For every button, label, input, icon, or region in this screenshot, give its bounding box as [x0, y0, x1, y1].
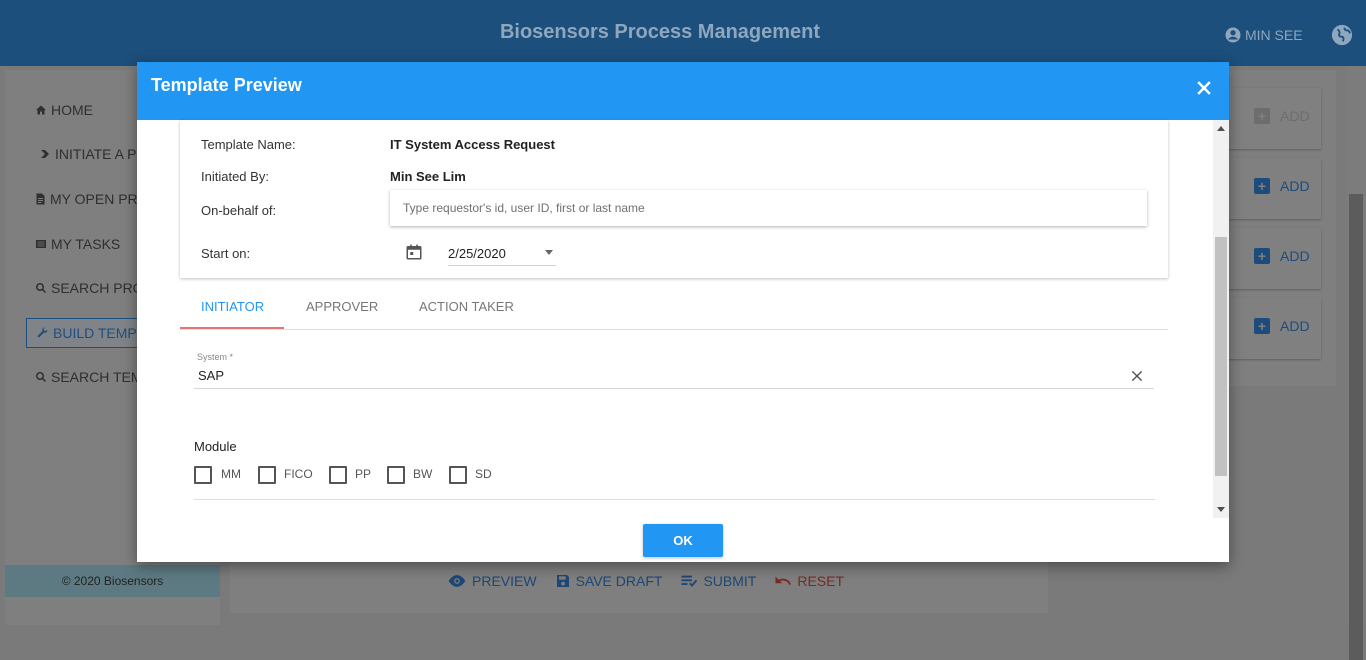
tab-action-taker[interactable]: ACTION TAKER: [419, 299, 514, 314]
start-on-label: Start on:: [201, 246, 251, 261]
sidebar-item-initiate[interactable]: INITIATE A PR: [39, 146, 147, 162]
add-label: ADD: [1280, 248, 1310, 264]
account-icon: [1225, 27, 1241, 43]
add-label: ADD: [1280, 108, 1310, 124]
add-button[interactable]: + ADD: [1254, 178, 1310, 194]
dialog-scrollbar[interactable]: [1213, 120, 1229, 518]
close-icon[interactable]: [1194, 78, 1214, 98]
template-info-card: Template Name: IT System Access Request …: [180, 120, 1168, 278]
app-title: Biosensors Process Management: [499, 21, 821, 43]
module-checkbox-mm[interactable]: [194, 466, 212, 484]
scroll-up-icon[interactable]: [1217, 126, 1225, 131]
calendar-icon[interactable]: [405, 243, 423, 261]
submit-button[interactable]: SUBMIT: [680, 573, 756, 589]
document-icon: [36, 193, 45, 205]
preview-label: PREVIEW: [472, 573, 537, 589]
user-menu[interactable]: MIN SEE: [1224, 26, 1303, 44]
add-button-disabled[interactable]: + ADD: [1254, 108, 1310, 124]
save-icon: [556, 575, 569, 587]
chevron-right-icon: [41, 150, 49, 158]
clear-icon[interactable]: [1130, 369, 1144, 383]
on-behalf-label: On-behalf of:: [201, 203, 277, 218]
module-label-pp: PP: [355, 467, 372, 481]
plus-icon: +: [1254, 318, 1270, 334]
add-card: + ADD: [1228, 228, 1321, 289]
copyright-footer: © 2020 Biosensors: [5, 565, 220, 597]
tab-initiator[interactable]: INITIATOR: [201, 299, 264, 314]
reset-button[interactable]: RESET: [774, 573, 844, 589]
wrench-icon: [37, 327, 48, 338]
form-action-bar: PREVIEW SAVE DRAFT SUBMIT RESET: [447, 573, 844, 589]
search-icon: [36, 283, 47, 294]
user-name: MIN SEE: [1245, 27, 1303, 43]
start-date-value: 2/25/2020: [448, 246, 506, 261]
scroll-down-icon[interactable]: [1217, 507, 1225, 512]
eye-icon: [448, 575, 466, 587]
sidebar-item-label: HOME: [51, 102, 93, 118]
active-tab-indicator: [180, 327, 284, 329]
home-icon: [36, 105, 46, 115]
module-label-fico: FICO: [284, 467, 313, 481]
module-label-sd: SD: [475, 467, 492, 481]
start-date-picker[interactable]: 2/25/2020: [448, 237, 556, 266]
globe-icon[interactable]: [1331, 24, 1353, 46]
sidebar-item-label: MY TASKS: [51, 236, 121, 252]
plus-icon: +: [1254, 108, 1270, 124]
add-label: ADD: [1280, 318, 1310, 334]
dialog-title: Template Preview: [151, 75, 302, 95]
initiated-by-label: Initiated By:: [201, 169, 269, 184]
module-label: Module: [194, 439, 237, 454]
section-divider: [194, 499, 1155, 500]
add-card: + ADD: [1228, 298, 1321, 359]
initiated-by-value: Min See Lim: [390, 169, 466, 184]
module-checkbox-pp[interactable]: [329, 466, 347, 484]
tab-approver[interactable]: APPROVER: [306, 299, 378, 314]
add-label: ADD: [1280, 178, 1310, 194]
list-icon: [36, 240, 46, 248]
sidebar-item-label: INITIATE A PR: [55, 146, 147, 162]
module-checkbox-fico[interactable]: [258, 466, 276, 484]
add-card: + ADD: [1228, 88, 1321, 149]
plus-icon: +: [1254, 178, 1270, 194]
on-behalf-input[interactable]: [390, 190, 1147, 226]
save-draft-button[interactable]: SAVE DRAFT: [555, 573, 663, 589]
dialog-header: Template Preview: [137, 62, 1229, 120]
chevron-down-icon: [545, 250, 553, 255]
template-preview-dialog: Template Preview Template Name: IT Syste…: [137, 62, 1229, 562]
save-draft-label: SAVE DRAFT: [575, 573, 663, 589]
sidebar-item-my-tasks[interactable]: MY TASKS: [35, 236, 120, 252]
add-button[interactable]: + ADD: [1254, 248, 1310, 264]
undo-icon: [775, 576, 792, 585]
submit-label: SUBMIT: [703, 573, 757, 589]
sidebar-item-search-templates[interactable]: SEARCH TEMI: [35, 369, 146, 385]
reset-label: RESET: [797, 573, 845, 589]
sidebar-item-search-processes[interactable]: SEARCH PRO: [35, 280, 144, 296]
app-bar: Biosensors Process Management MIN SEE: [0, 0, 1366, 66]
sidebar-item-label: MY OPEN PRO: [50, 191, 149, 207]
dialog-scrollbar-thumb[interactable]: [1215, 237, 1227, 476]
module-label-bw: BW: [413, 467, 433, 481]
search-icon: [36, 372, 47, 383]
module-label-mm: MM: [221, 467, 241, 481]
system-field-label: System *: [197, 352, 234, 362]
template-name-value: IT System Access Request: [390, 137, 555, 152]
plus-icon: +: [1254, 248, 1270, 264]
template-name-label: Template Name:: [201, 137, 296, 152]
role-tabs: INITIATOR APPROVER ACTION TAKER: [180, 290, 1168, 330]
add-card: + ADD: [1228, 158, 1321, 219]
module-checkbox-sd[interactable]: [449, 466, 467, 484]
system-select[interactable]: SAP: [198, 368, 224, 383]
sidebar-item-label: SEARCH PRO: [51, 280, 144, 296]
sidebar-item-label: SEARCH TEMI: [51, 369, 147, 385]
add-button[interactable]: + ADD: [1254, 318, 1310, 334]
page-scrollbar[interactable]: [1347, 66, 1366, 660]
sidebar-item-home[interactable]: HOME: [35, 102, 93, 118]
submit-icon: [681, 575, 698, 587]
page-scrollbar-thumb[interactable]: [1349, 194, 1363, 660]
module-checkbox-bw[interactable]: [387, 466, 405, 484]
preview-button[interactable]: PREVIEW: [447, 573, 537, 589]
system-field-underline: [194, 388, 1154, 389]
sidebar-item-my-open-processes[interactable]: MY OPEN PRO: [35, 191, 149, 207]
ok-button[interactable]: OK: [643, 524, 723, 557]
